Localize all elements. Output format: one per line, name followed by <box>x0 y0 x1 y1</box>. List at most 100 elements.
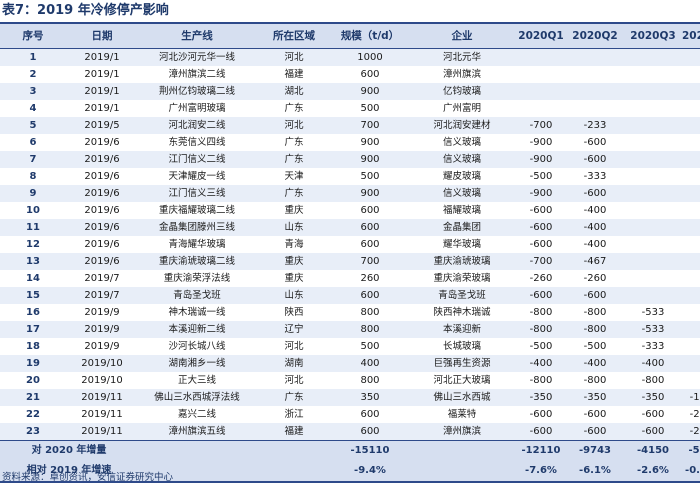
row-2020q2: -400 <box>566 355 624 372</box>
row-2020q4 <box>682 100 700 117</box>
row-date: 2019/10 <box>66 355 138 372</box>
row-line: 青海耀华玻璃 <box>138 236 256 253</box>
row-2020q4 <box>682 117 700 134</box>
row-2020q3: -533 <box>624 304 682 321</box>
row-region: 广东 <box>256 134 332 151</box>
row-region: 福建 <box>256 423 332 441</box>
row-2020q4 <box>682 66 700 83</box>
row-index: 7 <box>0 151 66 168</box>
row-2020q1: -900 <box>516 134 566 151</box>
row-2020q2: -400 <box>566 219 624 236</box>
row-date: 2019/6 <box>66 236 138 253</box>
row-2020q4 <box>682 48 700 66</box>
row-2020q3: -400 <box>624 355 682 372</box>
row-region: 重庆 <box>256 270 332 287</box>
row-2020q3: -533 <box>624 321 682 338</box>
row-2020q3 <box>624 185 682 202</box>
row-date: 2019/9 <box>66 304 138 321</box>
table-row: 6 2019/6 东莞信义四线 广东 900 信义玻璃 -900 -600 <box>0 134 700 151</box>
row-2020q2: -500 <box>566 338 624 355</box>
row-2020q4 <box>682 355 700 372</box>
row-2020q4 <box>682 219 700 236</box>
row-index: 11 <box>0 219 66 236</box>
table-row: 18 2019/9 沙河长城八线 河北 500 长城玻璃 -500 -500 -333 <box>0 338 700 355</box>
row-2020q1 <box>516 48 566 66</box>
row-2020q3: -600 <box>624 406 682 423</box>
table-row: 13 2019/6 重庆渝琥玻璃二线 重庆 700 重庆渝琥玻璃 -700 -467 <box>0 253 700 270</box>
row-2020q4 <box>682 83 700 100</box>
table-row: 17 2019/9 本溪迎新二线 辽宁 800 本溪迎新 -800 -800 -533 <box>0 321 700 338</box>
row-2020q2: -600 <box>566 185 624 202</box>
row-company: 青岛圣戈班 <box>408 287 516 304</box>
row-2020q1: -700 <box>516 117 566 134</box>
row-date: 2019/9 <box>66 321 138 338</box>
row-region: 湖北 <box>256 83 332 100</box>
row-2020q1: -500 <box>516 168 566 185</box>
row-region: 浙江 <box>256 406 332 423</box>
row-date: 2019/9 <box>66 338 138 355</box>
row-region: 湖南 <box>256 355 332 372</box>
row-date: 2019/11 <box>66 406 138 423</box>
row-2020q4: -117 <box>682 389 700 406</box>
row-date: 2019/1 <box>66 100 138 117</box>
row-2020q2: -400 <box>566 202 624 219</box>
row-line: 沙河长城八线 <box>138 338 256 355</box>
row-2020q1: -260 <box>516 270 566 287</box>
row-2020q1: -800 <box>516 321 566 338</box>
row-scale: 800 <box>332 372 408 389</box>
row-region: 重庆 <box>256 253 332 270</box>
increment-label: 对 2020 年增量 <box>0 440 138 461</box>
row-2020q4 <box>682 321 700 338</box>
row-2020q4 <box>682 151 700 168</box>
row-line: 正大三线 <box>138 372 256 389</box>
row-company: 河北元华 <box>408 48 516 66</box>
row-region: 广东 <box>256 185 332 202</box>
row-scale: 500 <box>332 100 408 117</box>
row-2020q2: -333 <box>566 168 624 185</box>
row-company: 福耀玻璃 <box>408 202 516 219</box>
row-2020q2: -600 <box>566 151 624 168</box>
row-line: 嘉兴二线 <box>138 406 256 423</box>
row-scale: 500 <box>332 338 408 355</box>
row-2020q1: -600 <box>516 219 566 236</box>
row-region: 山东 <box>256 219 332 236</box>
row-region: 陕西 <box>256 304 332 321</box>
row-2020q4 <box>682 202 700 219</box>
row-line: 重庆渝琥玻璃二线 <box>138 253 256 270</box>
row-line: 重庆福耀玻璃二线 <box>138 202 256 219</box>
row-scale: 500 <box>332 168 408 185</box>
row-2020q2 <box>566 66 624 83</box>
row-company: 本溪迎新 <box>408 321 516 338</box>
row-region: 辽宁 <box>256 321 332 338</box>
row-line: 漳州旗滨二线 <box>138 66 256 83</box>
row-2020q2 <box>566 83 624 100</box>
table-row: 16 2019/9 神木瑞诚一线 陕西 800 陕西神木瑞诚 -800 -800 -533 <box>0 304 700 321</box>
table-row: 5 2019/5 河北润安二线 河北 700 河北润安建材 -700 -233 <box>0 117 700 134</box>
row-index: 10 <box>0 202 66 219</box>
row-index: 2 <box>0 66 66 83</box>
row-2020q4 <box>682 236 700 253</box>
row-line: 佛山三水西城浮法线 <box>138 389 256 406</box>
table-row: 20 2019/10 正大三线 河北 800 河北正大玻璃 -800 -800 -800 <box>0 372 700 389</box>
row-region: 广东 <box>256 151 332 168</box>
row-scale: 800 <box>332 304 408 321</box>
row-line: 河北沙河元华一线 <box>138 48 256 66</box>
row-index: 13 <box>0 253 66 270</box>
row-2020q1: -600 <box>516 423 566 441</box>
row-2020q2: -800 <box>566 304 624 321</box>
row-2020q1 <box>516 66 566 83</box>
row-index: 8 <box>0 168 66 185</box>
row-2020q1: -400 <box>516 355 566 372</box>
row-line: 天津耀皮一线 <box>138 168 256 185</box>
row-region: 青海 <box>256 236 332 253</box>
row-2020q1: -700 <box>516 253 566 270</box>
row-2020q2: -260 <box>566 270 624 287</box>
row-2020q3 <box>624 151 682 168</box>
row-index: 20 <box>0 372 66 389</box>
row-index: 5 <box>0 117 66 134</box>
row-date: 2019/11 <box>66 389 138 406</box>
header-company: 企业 <box>408 22 516 49</box>
row-line: 湖南湘乡一线 <box>138 355 256 372</box>
source-note: 资料来源：卓创资讯，安信证券研究中心 <box>2 472 174 483</box>
growth-q3: -2.6% <box>624 461 682 483</box>
